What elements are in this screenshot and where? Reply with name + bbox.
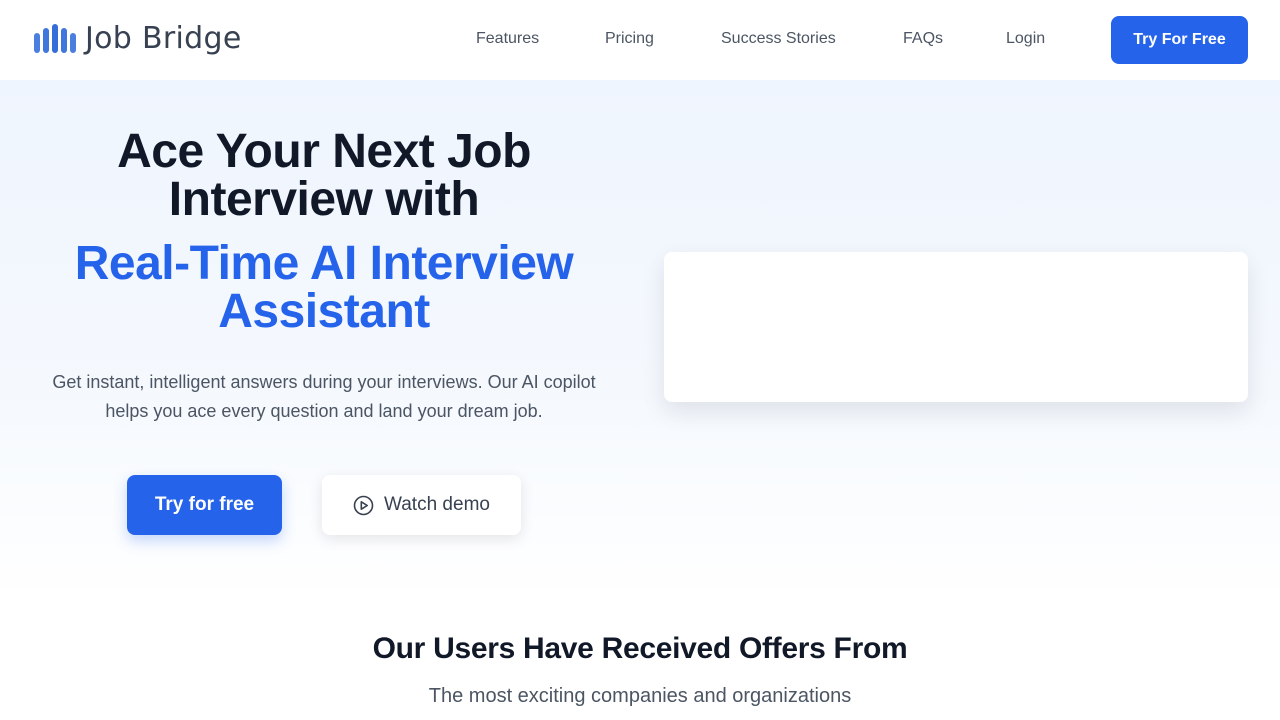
try-for-free-nav-button[interactable]: Try For Free [1111,16,1248,64]
nav-link-success-stories[interactable]: Success Stories [721,30,836,48]
hero-headline: Ace Your Next Job Interview with [117,125,531,226]
nav-link-faqs[interactable]: FAQs [903,30,943,48]
hero-headline-accent: Real-Time AI Interview Assistant [74,237,574,338]
nav-link-features[interactable]: Features [476,30,539,48]
watch-demo-label: Watch demo [384,494,490,515]
demo-media-card [664,252,1248,402]
try-for-free-button[interactable]: Try for free [127,475,282,535]
play-circle-icon [353,495,374,516]
watch-demo-button[interactable]: Watch demo [322,475,521,535]
top-navbar: Job Bridge Features Pricing Success Stor… [0,0,1280,80]
nav-link-login[interactable]: Login [1006,30,1045,48]
hero-section: Ace Your Next Job Interview with Real-Ti… [0,80,1280,600]
offers-section-title: Our Users Have Received Offers From [372,632,908,665]
nav-links: Features Pricing Success Stories FAQs Lo… [0,0,1280,80]
offers-section-subtitle: The most exciting companies and organiza… [428,685,852,707]
nav-link-pricing[interactable]: Pricing [605,30,654,48]
hero-subtext: Get instant, intelligent answers during … [52,372,596,421]
